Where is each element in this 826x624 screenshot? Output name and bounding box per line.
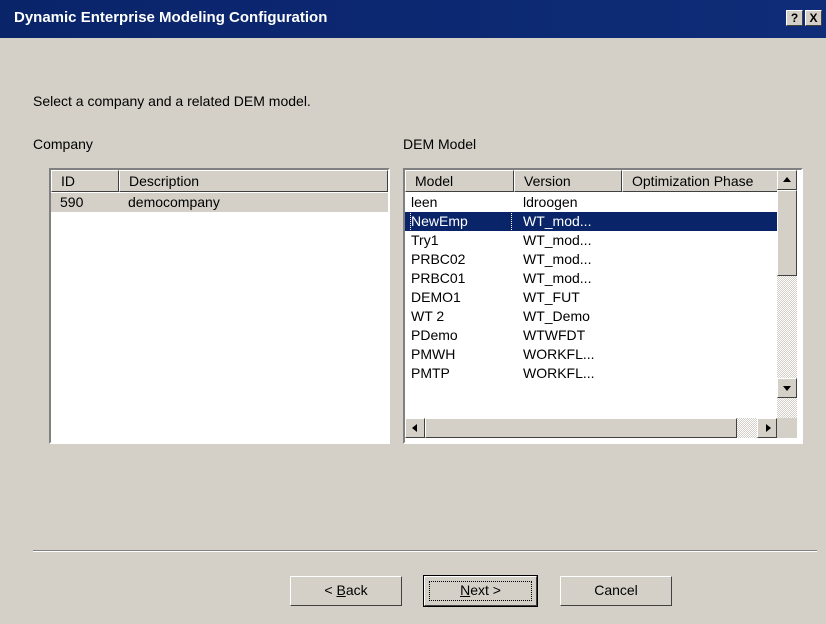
dem-col-version[interactable]: Version <box>514 170 622 192</box>
company-col-description[interactable]: Description <box>119 170 388 192</box>
table-row[interactable]: WT 2 WT_Demo <box>405 307 777 326</box>
table-row[interactable]: PRBC01 WT_mod... <box>405 269 777 288</box>
cancel-button[interactable]: Cancel <box>560 576 672 606</box>
table-row[interactable]: PRBC02 WT_mod... <box>405 250 777 269</box>
dem-version-cell: WORKFL... <box>523 346 595 362</box>
back-mnemonic: B <box>336 582 346 598</box>
arrow-down-icon <box>783 386 791 391</box>
company-col-id[interactable]: ID <box>51 170 119 192</box>
arrow-left-icon <box>412 424 417 432</box>
scrollbar-corner <box>777 418 797 438</box>
scroll-left-button[interactable] <box>405 418 425 438</box>
table-row[interactable]: 590 democompany <box>51 193 388 212</box>
company-list[interactable]: ID Description 590 democompany <box>49 168 390 444</box>
horizontal-scrollbar[interactable] <box>405 418 777 438</box>
table-row[interactable]: NewEmp WT_mod... <box>405 211 777 232</box>
close-button[interactable]: X <box>805 10 822 26</box>
instruction-text: Select a company and a related DEM model… <box>33 93 311 109</box>
next-button[interactable]: Next > <box>423 575 538 607</box>
dem-model-cell: WT 2 <box>411 308 445 324</box>
company-id-cell: 590 <box>60 194 84 210</box>
dem-model-list[interactable]: Model Version Optimization Phase leen ldr… <box>403 168 803 444</box>
company-label: Company <box>33 136 93 152</box>
back-arrow-text: < <box>324 582 337 598</box>
back-label-rest: ack <box>345 582 368 598</box>
dem-version-cell: ldroogen <box>523 194 578 210</box>
dem-version-cell: WT_mod... <box>523 270 592 286</box>
table-row[interactable]: leen ldroogen <box>405 193 777 212</box>
arrow-right-icon <box>766 424 771 432</box>
focus-rect <box>429 581 532 601</box>
table-row[interactable]: DEMO1 WT_FUT <box>405 288 777 307</box>
back-button[interactable]: < Back <box>290 576 402 606</box>
dem-col-model[interactable]: Model <box>405 170 514 192</box>
dem-col-optimization-phase[interactable]: Optimization Phase <box>622 170 777 192</box>
dem-version-cell: WT_mod... <box>523 251 592 267</box>
horizontal-scroll-thumb[interactable] <box>425 418 737 438</box>
dem-model-cell: PMTP <box>411 365 450 381</box>
dem-model-label: DEM Model <box>403 136 477 152</box>
dem-model-cell: NewEmp <box>410 211 512 232</box>
company-description-cell: democompany <box>128 194 220 210</box>
dem-model-cell: Try1 <box>411 232 439 248</box>
dem-version-cell: WTWFDT <box>523 327 586 343</box>
window-title: Dynamic Enterprise Modeling Configuratio… <box>14 9 328 26</box>
dem-version-cell: WT_Demo <box>523 308 590 324</box>
dem-model-cell: DEMO1 <box>411 289 461 305</box>
dem-model-cell: PRBC02 <box>411 251 466 267</box>
scroll-up-button[interactable] <box>777 170 797 190</box>
table-row[interactable]: Try1 WT_mod... <box>405 231 777 250</box>
dem-model-cell: PRBC01 <box>411 270 466 286</box>
vertical-scroll-thumb[interactable] <box>777 190 797 276</box>
dem-model-cell: PMWH <box>411 346 456 362</box>
vertical-scrollbar[interactable] <box>777 170 797 418</box>
table-row[interactable]: PMWH WORKFL... <box>405 345 777 364</box>
dem-model-cell: PDemo <box>411 327 458 343</box>
help-button[interactable]: ? <box>786 10 803 26</box>
dem-version-cell: WORKFL... <box>523 365 595 381</box>
scroll-down-button[interactable] <box>777 378 797 398</box>
arrow-up-icon <box>783 177 791 182</box>
dem-version-cell: WT_mod... <box>523 232 592 248</box>
dem-version-cell: WT_mod... <box>523 213 592 229</box>
title-bar[interactable]: Dynamic Enterprise Modeling Configuratio… <box>0 0 826 38</box>
dem-model-cell: leen <box>411 194 438 210</box>
scroll-right-button[interactable] <box>757 418 777 438</box>
separator <box>33 550 817 552</box>
table-row[interactable]: PDemo WTWFDT <box>405 326 777 345</box>
dem-version-cell: WT_FUT <box>523 289 580 305</box>
table-row[interactable]: PMTP WORKFL... <box>405 364 777 383</box>
